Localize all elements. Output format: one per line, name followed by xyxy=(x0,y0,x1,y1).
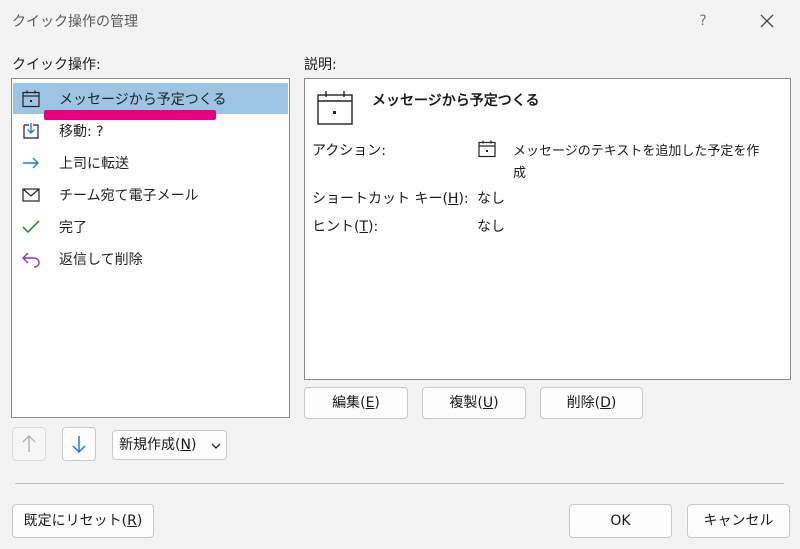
ok-button[interactable]: OK xyxy=(569,504,672,538)
action-description-line2: 成 xyxy=(513,166,527,181)
quick-step-name: メッセージから予定つくる xyxy=(372,93,540,109)
shortcut-key-label: ショートカット キー(H): xyxy=(312,191,469,207)
list-item[interactable]: チーム宛て電子メール xyxy=(13,179,288,210)
forward-arrow-icon xyxy=(23,157,39,169)
action-description-line1: メッセージのテキストを追加した予定を作 xyxy=(513,144,760,159)
action-label: アクション: xyxy=(312,143,387,159)
arrow-down-icon xyxy=(72,436,86,454)
move-up-button[interactable] xyxy=(12,427,46,461)
list-item[interactable]: 上司に転送 xyxy=(13,147,288,178)
tip-value: なし xyxy=(477,219,505,235)
reply-delete-icon xyxy=(22,252,40,268)
edit-button[interactable]: 編集(E) xyxy=(304,387,408,419)
help-button[interactable]: ? xyxy=(688,6,718,36)
new-button-key: N xyxy=(180,437,191,453)
list-item[interactable]: 返信して削除 xyxy=(13,243,288,274)
new-button-prefix: 新規作成( xyxy=(119,437,181,453)
quick-steps-label: クイック操作: xyxy=(12,57,101,73)
cancel-button[interactable]: キャンセル xyxy=(687,504,790,538)
description-panel: メッセージから予定つくる アクション: メッセージのテキストを追加した予定を作 … xyxy=(304,78,791,380)
list-item-label: 完了 xyxy=(59,220,87,236)
reset-to-default-button[interactable]: 既定にリセット(R) xyxy=(12,504,154,538)
arrow-up-icon xyxy=(22,434,36,452)
move-down-button[interactable] xyxy=(62,427,96,461)
chevron-down-icon xyxy=(211,443,221,449)
checkmark-icon xyxy=(22,220,40,234)
close-icon xyxy=(760,14,774,28)
calendar-icon xyxy=(478,140,496,158)
quick-steps-list[interactable]: メッセージから予定つくる 移動: ? 上司に転送 チーム宛て電子メール 完了 返… xyxy=(11,78,290,418)
highlight-annotation xyxy=(44,110,216,120)
close-button[interactable] xyxy=(752,6,782,36)
envelope-icon xyxy=(22,188,40,202)
tip-label: ヒント(T): xyxy=(312,219,379,235)
title-bar: クイック操作の管理 ? xyxy=(0,0,800,42)
list-item-label: 返信して削除 xyxy=(59,252,143,268)
list-item-label: 上司に転送 xyxy=(59,156,129,172)
list-item-label: メッセージから予定つくる xyxy=(59,92,227,108)
new-button-suffix: ) xyxy=(190,437,197,453)
shortcut-key-value: なし xyxy=(477,191,505,207)
separator xyxy=(15,483,784,484)
list-item-label: 移動: ? xyxy=(59,124,104,140)
delete-button[interactable]: 削除(D) xyxy=(540,387,643,419)
dialog-title: クイック操作の管理 xyxy=(12,14,138,30)
calendar-icon xyxy=(22,90,40,108)
list-item-label: チーム宛て電子メール xyxy=(59,188,199,204)
new-quick-step-dropdown[interactable]: 新規作成(N) xyxy=(112,430,227,460)
duplicate-button[interactable]: 複製(U) xyxy=(422,387,526,419)
calendar-icon xyxy=(317,91,353,125)
description-label: 説明: xyxy=(304,57,337,73)
list-item[interactable]: 完了 xyxy=(13,211,288,242)
move-to-folder-icon xyxy=(23,123,39,139)
